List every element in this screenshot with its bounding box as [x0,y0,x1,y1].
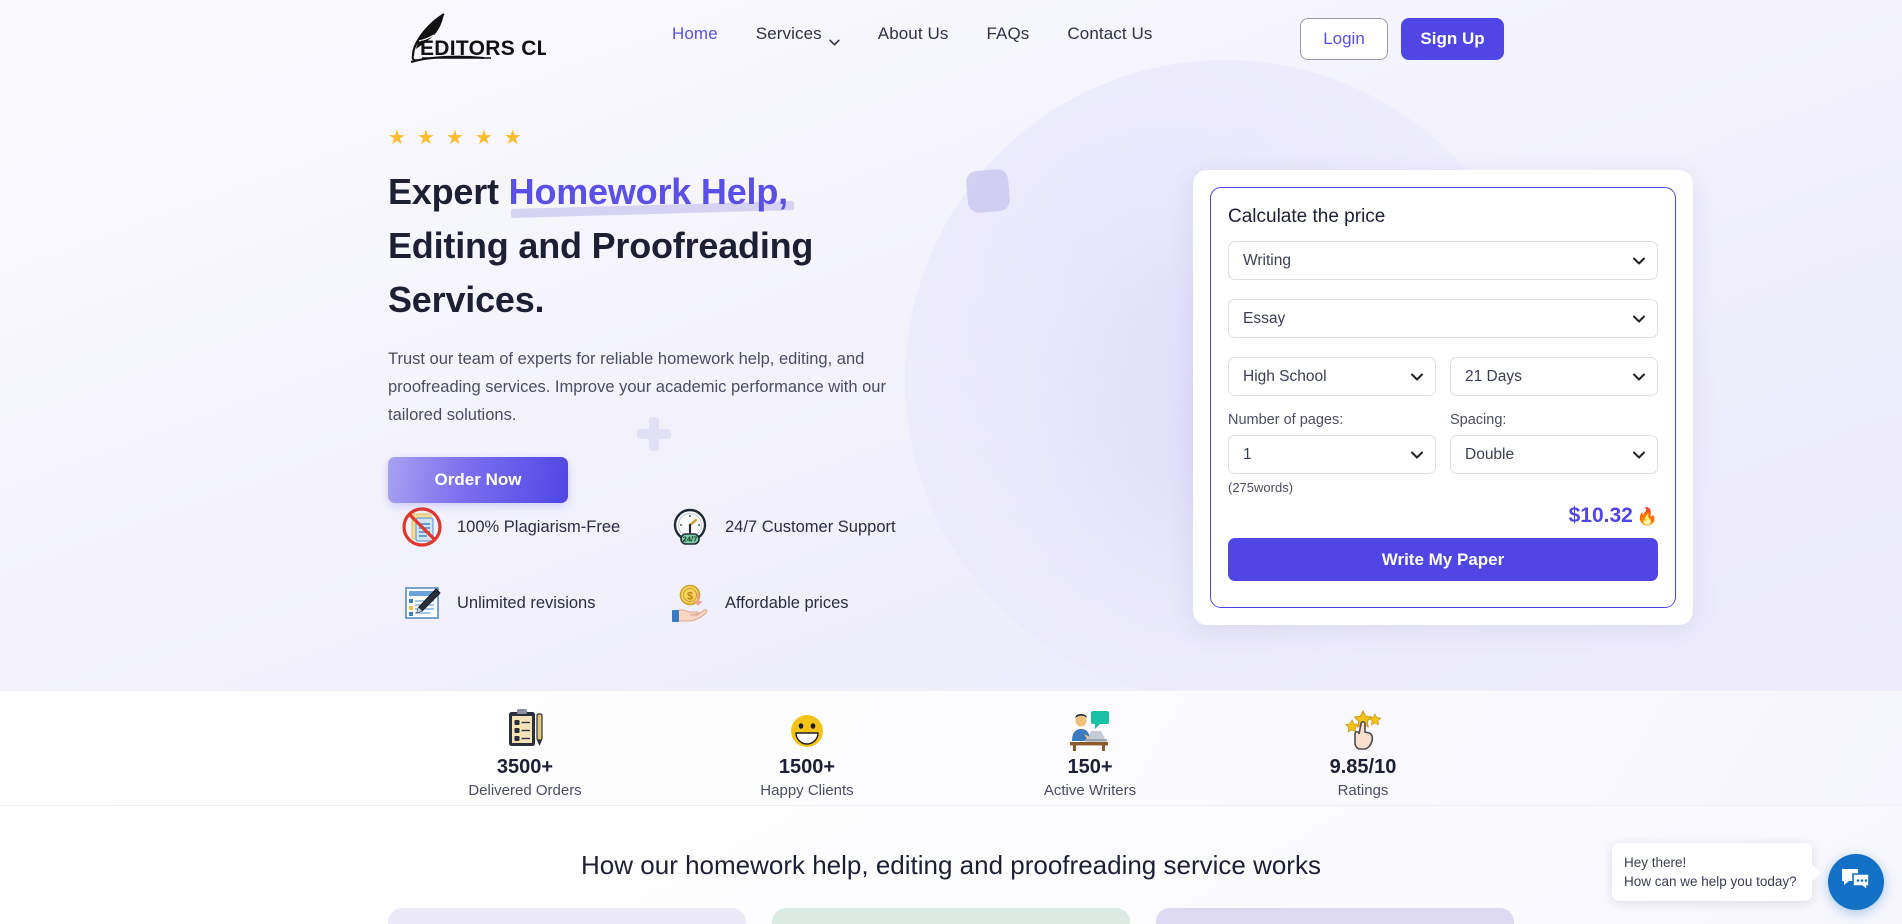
feature-item-affordable-prices: $ Affordable prices [668,581,960,625]
feature-item-plagiarism-free: 100% Plagiarism-Free [400,505,668,549]
star-icon: ★ [416,127,435,149]
nav-label-contact-us: Contact Us [1067,24,1153,43]
page-title: Expert Homework Help, Editing and Proofre… [388,165,948,327]
stat-label: Delivered Orders [468,782,582,799]
spacing-select[interactable]: Double [1450,435,1658,474]
chat-bubbles-icon [1841,867,1871,898]
pages-select[interactable]: 1 [1228,435,1436,474]
words-note: (275words) [1228,480,1294,495]
flame-icon: 🔥 [1636,507,1658,526]
feature-label: Affordable prices [725,593,849,612]
feature-label: 24/7 Customer Support [725,517,896,536]
step-card-1[interactable] [388,908,746,924]
login-button[interactable]: Login [1300,18,1388,60]
svg-text:$: $ [687,591,693,603]
stat-ratings: 9.85/10 Ratings [1253,706,1473,799]
write-my-paper-button[interactable]: Write My Paper [1228,538,1658,581]
site-header: EDITORS CLAN Home Services About Us FAQs [0,0,1902,78]
signup-button[interactable]: Sign Up [1401,18,1504,60]
writer-desk-icon [980,706,1200,752]
spacing-label: Spacing: [1450,412,1507,428]
stat-label: Ratings [1337,782,1389,799]
main-nav: Home Services About Us FAQs Contact Us [672,24,1153,45]
price-calculator-inner: Calculate the price Writing Essay High S… [1210,187,1676,608]
money-hand-icon: $ [668,581,712,625]
logo[interactable]: EDITORS CLAN [398,10,580,66]
edit-document-icon [400,581,444,625]
calculator-title: Calculate the price [1228,206,1386,227]
svg-text:EDITORS CLAN: EDITORS CLAN [420,37,546,60]
chat-greeting-line2: How can we help you today? [1624,874,1797,889]
nav-item-faqs[interactable]: FAQs [986,24,1029,44]
nav-label-faqs: FAQs [986,24,1030,43]
nav-item-about-us[interactable]: About Us [878,24,949,44]
chat-launcher-button[interactable] [1828,854,1884,910]
paper-type-select[interactable]: Essay [1228,299,1658,338]
how-it-works-cards [388,908,1514,924]
star-icon: ★ [388,127,406,149]
star-icon: ★ [445,127,464,149]
step-card-3[interactable] [1156,908,1514,924]
deadline-select[interactable]: 21 Days [1450,357,1658,396]
stats-bar: 3500+ Delivered Orders 1500+ Happy Clien… [0,690,1902,806]
landing-page: EDITORS CLAN Home Services About Us FAQs [0,0,1902,924]
price-calculator-card: Calculate the price Writing Essay High S… [1193,170,1693,625]
star-tap-icon [1253,706,1473,752]
pages-label: Number of pages: [1228,412,1344,428]
service-select[interactable]: Writing [1228,241,1658,280]
smiley-face-icon [697,706,917,752]
nav-item-services[interactable]: Services [755,24,840,45]
feature-label: 100% Plagiarism-Free [457,517,621,536]
stat-label: Happy Clients [760,782,854,799]
hero-description: Trust our team of experts for reliable h… [388,350,886,424]
auth-actions: Login Sign Up [1300,18,1504,60]
chat-greeting-bubble: Hey there! How can we help you today? [1612,843,1812,901]
nav-item-contact-us[interactable]: Contact Us [1067,24,1152,44]
nav-label-about-us: About Us [877,24,949,43]
stat-number: 1500+ [778,756,836,778]
feature-item-unlimited-revisions: Unlimited revisions [400,581,668,625]
headline-part-1: Expert [388,171,509,212]
no-plagiarism-icon [400,505,444,549]
svg-text:24/7: 24/7 [683,535,698,544]
clock-24-7-icon: 24/7 [668,505,712,549]
stat-active-writers: 150+ Active Writers [980,706,1200,799]
nav-label-home: Home [672,24,718,43]
rounded-square-decor [965,168,1011,214]
order-now-button[interactable]: Order Now [388,457,568,503]
step-card-2[interactable] [772,908,1130,924]
stat-delivered-orders: 3500+ Delivered Orders [415,706,635,799]
price-display: $10.32 🔥 [1228,504,1658,528]
star-icon: ★ [503,127,522,149]
chat-greeting-line1: Hey there! [1624,855,1687,870]
star-icon: ★ [474,127,493,149]
rating-stars: ★ ★ ★ ★ ★ [388,128,948,148]
nav-label-services: Services [755,24,822,43]
headline-highlight: Homework Help, [509,165,788,219]
stat-number: 150+ [1067,756,1113,778]
clipboard-pen-icon [415,706,635,752]
stat-number: 9.85/10 [1329,756,1397,778]
chevron-down-icon [829,31,840,45]
stat-label: Active Writers [1043,782,1137,799]
headline-part-2: Editing and Proofreading Services. [388,225,814,320]
stat-happy-clients: 1500+ Happy Clients [697,706,917,799]
nav-item-home[interactable]: Home [672,24,718,44]
feature-label: Unlimited revisions [457,593,596,612]
price-amount: $10.32 [1568,504,1633,527]
hero-content: ★ ★ ★ ★ ★ Expert Homework Help, Editing a… [388,128,948,503]
academic-level-select[interactable]: High School [1228,357,1436,396]
stat-number: 3500+ [496,756,554,778]
hero-feature-list: 100% Plagiarism-Free 24/7 24/7 Customer … [400,505,960,625]
feature-item-customer-support: 24/7 24/7 Customer Support [668,505,960,549]
